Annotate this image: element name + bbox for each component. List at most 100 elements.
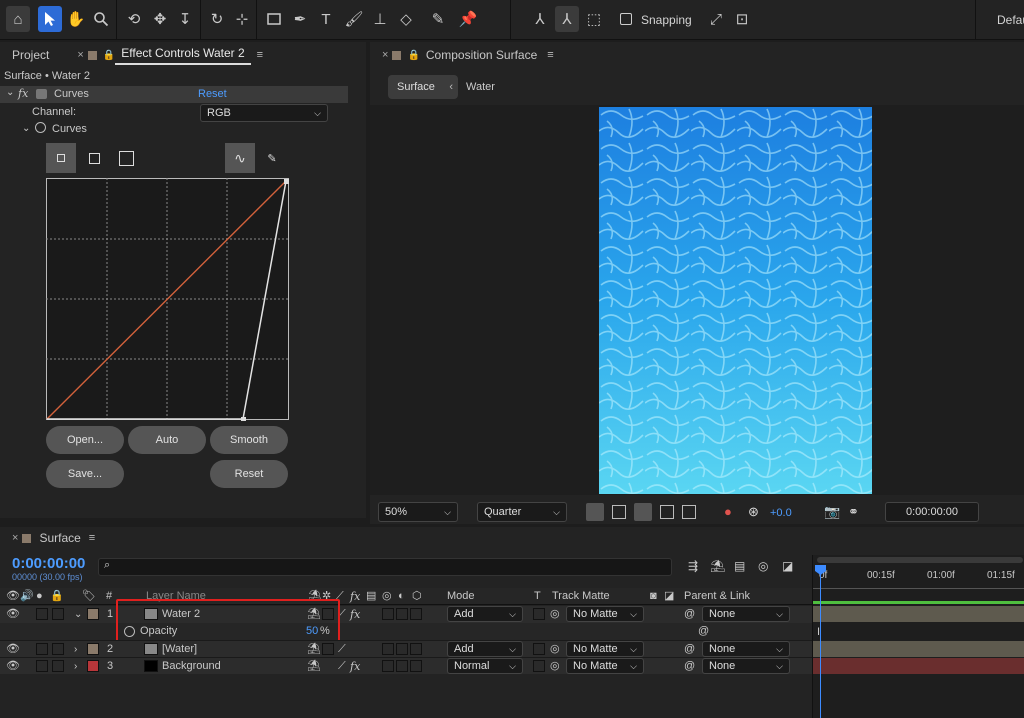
column-t[interactable]: T — [534, 588, 541, 605]
shy-switch-icon[interactable]: ⛱ — [307, 641, 321, 658]
local-axis-mode-icon[interactable]: ⅄ — [528, 6, 552, 32]
fx-icon[interactable]: fx — [18, 87, 28, 100]
chevron-down-icon[interactable]: ⌄ — [74, 606, 82, 623]
graph-editor-icon[interactable]: ◪ — [782, 559, 793, 573]
adjustment-switch-icon[interactable]: ◐ — [398, 588, 405, 605]
chevron-down-icon[interactable]: ⌄ — [22, 123, 30, 134]
fast-previews-icon[interactable] — [586, 503, 604, 521]
lock-icon[interactable]: 🔒 — [103, 50, 115, 61]
lock-toggle[interactable] — [52, 608, 64, 620]
tab-effect-controls[interactable]: Effect Controls Water 2 — [115, 46, 251, 65]
3d-switch[interactable] — [410, 643, 422, 655]
close-icon[interactable]: × — [12, 532, 18, 544]
dolly-camera-icon[interactable]: ↧ — [173, 6, 197, 32]
lock-toggle[interactable] — [52, 643, 64, 655]
table-row[interactable]: 👁 › 3 Background ⛱ ⟋ fx Normal ⌵ ◎ No Mat… — [0, 657, 812, 674]
curve-size-large-button[interactable] — [111, 143, 141, 173]
eye-icon[interactable]: 👁 — [6, 588, 20, 605]
shy-switch-icon[interactable]: ⛱ — [308, 588, 322, 605]
curve-size-small-button[interactable] — [46, 143, 76, 173]
shy-layers-icon[interactable]: ⛱ — [710, 559, 725, 573]
3d-switch[interactable] — [410, 660, 422, 672]
parent-pickwhip-icon[interactable]: @ — [684, 641, 695, 658]
tab-project[interactable]: Project — [6, 48, 55, 62]
collapse-switch-icon[interactable]: ✲ — [322, 588, 331, 605]
motion-blur-switch-icon[interactable]: ◎ — [382, 588, 392, 605]
chevron-down-icon[interactable]: ⌄ — [6, 87, 14, 98]
pen-tool-icon[interactable]: ✒ — [288, 6, 312, 32]
lock-icon[interactable]: 🔒 — [50, 588, 64, 605]
rectangle-tool-icon[interactable] — [262, 6, 286, 32]
quality-switch-icon[interactable]: ⟋ — [338, 658, 346, 675]
column-parent-link[interactable]: Parent & Link — [684, 588, 750, 605]
workspace-label[interactable]: Defau — [997, 13, 1024, 27]
grid-guides-icon[interactable] — [682, 505, 696, 519]
motion-blur-switch[interactable] — [382, 660, 394, 672]
region-of-interest-icon[interactable] — [660, 505, 674, 519]
close-icon[interactable]: × — [382, 49, 388, 61]
show-snapshot-icon[interactable]: ⚭ — [848, 504, 859, 520]
label-color-swatch[interactable] — [87, 660, 99, 672]
brush-tool-icon[interactable]: 🖌 — [342, 6, 366, 32]
panel-menu-icon[interactable]: ≡ — [257, 49, 263, 61]
solo-toggle[interactable] — [36, 608, 48, 620]
timeline-track-area[interactable]: 0f 00:15f 01:00f 01:15f I — [812, 555, 1024, 718]
curves-smooth-button[interactable]: Smooth — [210, 426, 288, 454]
color-management-icon[interactable]: ⊛ — [748, 504, 759, 520]
blend-mode-dropdown[interactable]: Add ⌵ — [447, 606, 523, 622]
fx-switch-icon[interactable]: fx — [350, 606, 360, 623]
pan-camera-icon[interactable]: ✥ — [148, 6, 172, 32]
shy-switch-icon[interactable]: ⛱ — [307, 606, 321, 623]
solo-toggle[interactable] — [36, 643, 48, 655]
preserve-transparency-toggle[interactable] — [533, 608, 545, 620]
time-ruler[interactable] — [813, 583, 1024, 589]
matte-pickwhip-icon[interactable]: ◎ — [550, 658, 560, 675]
parent-pickwhip-icon[interactable]: @ — [684, 658, 695, 675]
parent-pickwhip-icon[interactable]: @ — [684, 606, 695, 623]
puppet-pin-tool-icon[interactable]: 📌 — [456, 6, 480, 32]
current-time-display[interactable]: 0:00:00:00 — [12, 555, 85, 572]
quality-switch-icon[interactable]: ⟋ — [338, 641, 346, 658]
composition-viewer[interactable] — [370, 105, 1024, 495]
effect-header-row[interactable]: ⌄ fx Curves Reset — [0, 86, 348, 103]
blend-mode-dropdown[interactable]: Add ⌵ — [447, 641, 523, 657]
layer-name[interactable]: Water 2 — [162, 606, 200, 623]
snapshot-camera-icon[interactable]: 📷 — [824, 504, 840, 520]
visibility-eye-icon[interactable]: 👁 — [6, 606, 20, 623]
lock-icon[interactable]: 🔒 — [407, 50, 419, 61]
world-axis-mode-icon[interactable]: ⅄ — [555, 6, 579, 32]
track-matte-dropdown[interactable]: No Matte ⌵ — [566, 641, 644, 657]
blend-mode-dropdown[interactable]: Normal ⌵ — [447, 658, 523, 674]
audio-icon[interactable]: 🔊 — [20, 588, 34, 605]
effect-reset-link[interactable]: Reset — [198, 88, 227, 100]
bezier-curve-button[interactable]: ∿ — [225, 143, 255, 173]
motion-blur-switch[interactable] — [382, 643, 394, 655]
collapse-switch[interactable] — [322, 643, 334, 655]
breadcrumb-water[interactable]: Water — [466, 81, 495, 93]
curves-auto-button[interactable]: Auto — [128, 426, 206, 454]
layer-bar-water[interactable] — [813, 641, 1024, 657]
preserve-transparency-toggle[interactable] — [533, 643, 545, 655]
transparency-grid-icon[interactable] — [612, 505, 626, 519]
anchor-point-tool-icon[interactable]: ⊹ — [230, 6, 254, 32]
snapping-checkbox[interactable] — [620, 13, 632, 25]
matte-invert-icon[interactable]: ◪ — [664, 588, 674, 605]
parent-pickwhip-icon[interactable]: @ — [698, 623, 709, 640]
layer-name[interactable]: Background — [162, 658, 221, 675]
parent-dropdown[interactable]: None ⌵ — [702, 606, 790, 622]
fx-switch-icon[interactable]: fx — [350, 588, 360, 605]
matte-pickwhip-icon[interactable]: ◎ — [550, 641, 560, 658]
frame-blend-switch-icon[interactable]: ▤ — [366, 588, 376, 605]
layer-search-input[interactable]: ⌕ — [98, 558, 672, 576]
matte-pickwhip-icon[interactable]: ◎ — [550, 606, 560, 623]
frame-blending-icon[interactable]: ▤ — [734, 559, 745, 573]
motion-blur-switch[interactable] — [382, 608, 394, 620]
orbit-camera-icon[interactable]: ⟲ — [122, 6, 146, 32]
resolution-dropdown[interactable]: Quarter ⌵ — [477, 502, 567, 522]
collapse-switch[interactable] — [322, 608, 334, 620]
tab-timeline-surface[interactable]: Surface — [37, 531, 86, 545]
clone-stamp-tool-icon[interactable]: ⊥ — [368, 6, 392, 32]
magnification-dropdown[interactable]: 50% ⌵ — [378, 502, 458, 522]
tab-composition[interactable]: Composition Surface — [420, 48, 543, 62]
motion-blur-icon[interactable]: ◎ — [758, 559, 768, 573]
